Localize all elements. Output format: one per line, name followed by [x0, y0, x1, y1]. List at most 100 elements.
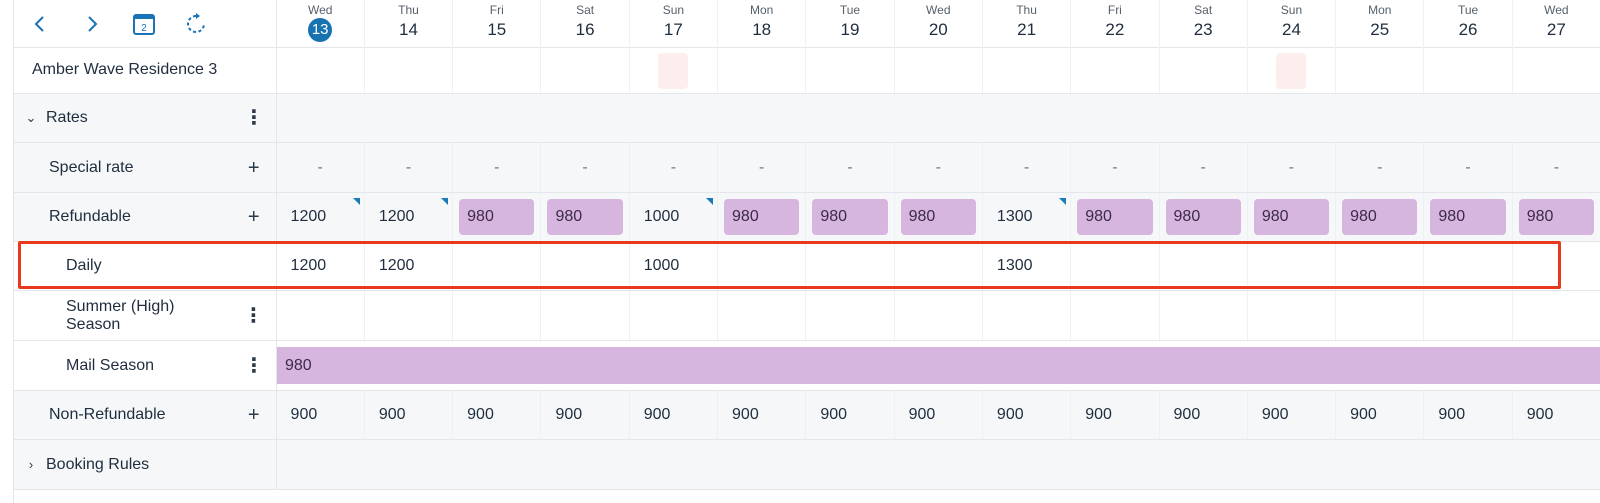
special-rate-cell[interactable]: - [895, 143, 983, 192]
summer-cell[interactable] [453, 291, 542, 340]
daily-cell[interactable]: 1200 [277, 242, 365, 290]
refundable-cell[interactable]: 980 [1160, 193, 1248, 241]
summer-cell[interactable] [365, 291, 454, 340]
day-header[interactable]: Tue 26 [1424, 0, 1513, 47]
calendar-button[interactable]: 2 [118, 0, 170, 47]
special-rate-cell[interactable]: - [806, 143, 895, 192]
day-header[interactable]: Tue 19 [806, 0, 895, 47]
daily-cell[interactable] [1160, 242, 1248, 290]
refundable-cell[interactable]: 1300 [983, 193, 1072, 241]
refundable-cell[interactable]: 980 [895, 193, 983, 241]
special-rate-cell[interactable]: - [453, 143, 542, 192]
refundable-rate-chip[interactable]: 980 [1077, 199, 1153, 235]
refundable-cell[interactable]: 980 [806, 193, 895, 241]
prev-button[interactable] [14, 0, 66, 47]
summer-cell[interactable] [1071, 291, 1160, 340]
availability-cell[interactable] [895, 47, 983, 93]
day-header[interactable]: Sun 24 [1248, 0, 1337, 47]
refundable-rate-chip[interactable]: 980 [1430, 199, 1506, 235]
special-rate-cell[interactable]: - [1160, 143, 1248, 192]
availability-cell[interactable] [453, 47, 542, 93]
availability-cell[interactable] [983, 47, 1072, 93]
special-rate-cell[interactable]: - [1424, 143, 1513, 192]
non-refundable-cell[interactable]: 900 [541, 391, 630, 439]
daily-cell[interactable] [718, 242, 807, 290]
summer-cell[interactable] [1513, 291, 1600, 340]
availability-cell[interactable] [806, 47, 895, 93]
add-special-rate-button[interactable]: + [248, 158, 260, 178]
summer-cell[interactable] [277, 291, 365, 340]
daily-cell[interactable]: 1300 [983, 242, 1072, 290]
non-refundable-cell[interactable]: 900 [1336, 391, 1425, 439]
summer-cell[interactable] [1248, 291, 1337, 340]
refundable-cell[interactable]: 980 [718, 193, 807, 241]
refundable-cell[interactable]: 1200 [277, 193, 365, 241]
refundable-cell[interactable]: 1200 [365, 193, 454, 241]
daily-cell[interactable] [1071, 242, 1160, 290]
mail-season-menu-button[interactable]: ⋮ [244, 352, 264, 380]
daily-cell[interactable] [453, 242, 542, 290]
daily-cell[interactable] [1336, 242, 1425, 290]
daily-cell[interactable]: 1000 [630, 242, 719, 290]
availability-cell[interactable] [1513, 47, 1600, 93]
booking-rules-toggle[interactable]: › Booking Rules [14, 440, 277, 489]
non-refundable-cell[interactable]: 900 [718, 391, 807, 439]
special-rate-cell[interactable]: - [1248, 143, 1337, 192]
special-rate-cell[interactable]: - [1071, 143, 1160, 192]
day-header[interactable]: Wed 13 [277, 0, 365, 47]
non-refundable-cell[interactable]: 900 [1160, 391, 1248, 439]
non-refundable-cell[interactable]: 900 [365, 391, 454, 439]
refundable-rate-chip[interactable]: 980 [547, 199, 623, 235]
daily-cell[interactable] [806, 242, 895, 290]
refundable-cell[interactable]: 980 [1336, 193, 1425, 241]
day-header[interactable]: Mon 18 [718, 0, 807, 47]
summer-cell[interactable] [806, 291, 895, 340]
daily-cell[interactable] [1248, 242, 1337, 290]
refundable-rate-chip[interactable]: 980 [900, 199, 976, 235]
day-header[interactable]: Wed 27 [1513, 0, 1600, 47]
day-header[interactable]: Mon 25 [1336, 0, 1425, 47]
daily-cell[interactable] [895, 242, 983, 290]
daily-cell[interactable]: 1200 [365, 242, 454, 290]
summer-cell[interactable] [895, 291, 983, 340]
refundable-cell[interactable]: 980 [1513, 193, 1600, 241]
day-header[interactable]: Wed 20 [895, 0, 983, 47]
refundable-cell[interactable]: 1000 [630, 193, 719, 241]
availability-cell[interactable] [277, 47, 365, 93]
day-header[interactable]: Thu 21 [983, 0, 1072, 47]
special-rate-cell[interactable]: - [365, 143, 454, 192]
day-header[interactable]: Sat 16 [541, 0, 630, 47]
availability-cell[interactable] [1071, 47, 1160, 93]
special-rate-cell[interactable]: - [277, 143, 365, 192]
refundable-cell[interactable]: 980 [1071, 193, 1160, 241]
non-refundable-cell[interactable]: 900 [1513, 391, 1600, 439]
special-rate-cell[interactable]: - [541, 143, 630, 192]
non-refundable-cell[interactable]: 900 [1071, 391, 1160, 439]
non-refundable-cell[interactable]: 900 [983, 391, 1072, 439]
day-header[interactable]: Sat 23 [1160, 0, 1248, 47]
non-refundable-cell[interactable]: 900 [806, 391, 895, 439]
refundable-rate-chip[interactable]: 980 [812, 199, 888, 235]
summer-cell[interactable] [718, 291, 807, 340]
refundable-cell[interactable]: 980 [1424, 193, 1513, 241]
non-refundable-cell[interactable]: 900 [895, 391, 983, 439]
special-rate-cell[interactable]: - [630, 143, 719, 192]
summer-cell[interactable] [541, 291, 630, 340]
availability-cell[interactable] [1248, 47, 1337, 93]
refundable-rate-chip[interactable]: 980 [1342, 199, 1418, 235]
non-refundable-cell[interactable]: 900 [1424, 391, 1513, 439]
next-button[interactable] [66, 0, 118, 47]
rates-toggle[interactable]: ⌄ Rates ⋮ [14, 94, 277, 142]
daily-cell[interactable] [1424, 242, 1513, 290]
availability-cell[interactable] [541, 47, 630, 93]
refundable-rate-chip[interactable]: 980 [1165, 199, 1241, 235]
refundable-cell[interactable]: 980 [541, 193, 630, 241]
day-header[interactable]: Sun 17 [630, 0, 719, 47]
rates-menu-button[interactable]: ⋮ [244, 104, 264, 132]
special-rate-cell[interactable]: - [1513, 143, 1600, 192]
day-header[interactable]: Thu 14 [365, 0, 454, 47]
refundable-rate-chip[interactable]: 980 [459, 199, 535, 235]
add-refundable-button[interactable]: + [248, 207, 260, 227]
summer-cell[interactable] [983, 291, 1072, 340]
daily-cell[interactable] [1513, 242, 1600, 290]
